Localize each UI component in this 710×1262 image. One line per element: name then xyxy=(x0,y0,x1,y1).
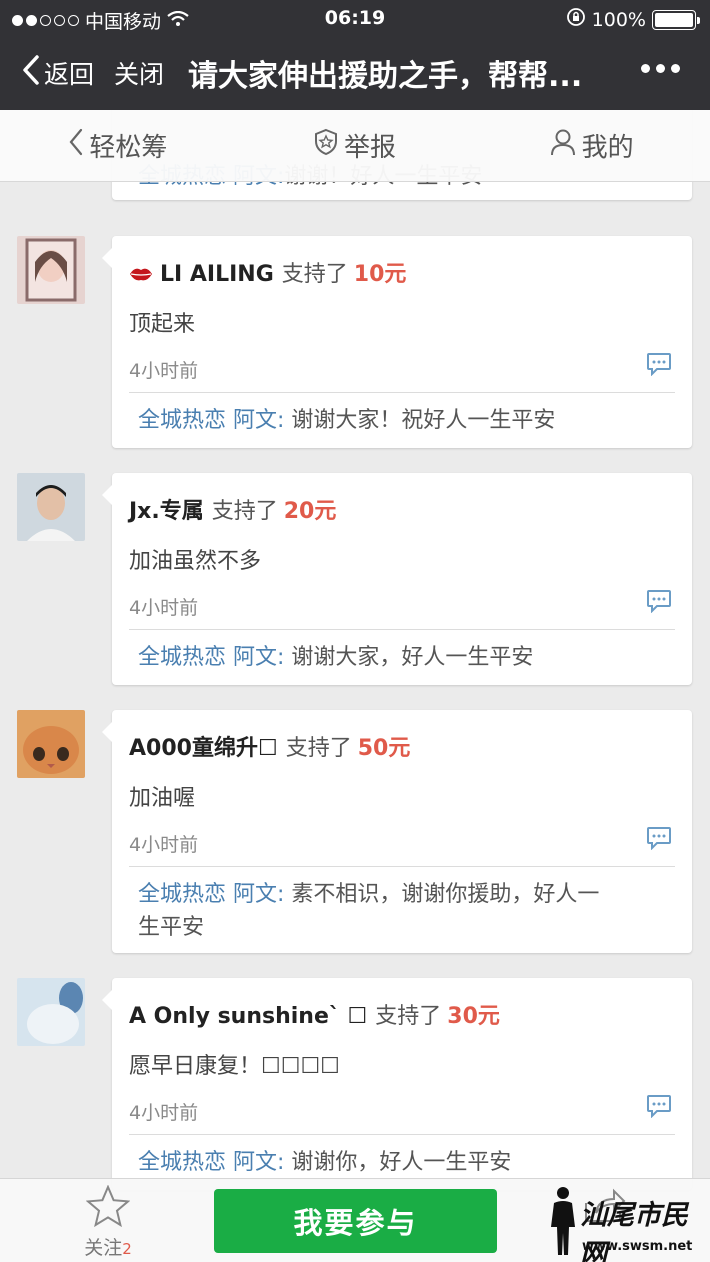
comment-icon[interactable] xyxy=(646,352,672,380)
nav-bar: 返回 关闭 请大家伸出援助之手，帮帮... xyxy=(0,40,710,106)
support-message: 愿早日康复！☐☐☐☐ xyxy=(129,1054,340,1079)
supporter-name[interactable]: A Only sunshine` ☐ xyxy=(129,1004,367,1029)
support-message: 加油虽然不多 xyxy=(129,549,262,574)
page-title: 请大家伸出援助之手，帮帮... xyxy=(188,59,583,94)
chevron-left-icon xyxy=(22,54,44,92)
post-header: Jx.专属 支持了 20元 xyxy=(129,493,336,525)
tab-label: 举报 xyxy=(344,133,397,163)
star-icon xyxy=(85,1184,131,1231)
reply: 全城热恋 阿文: 谢谢大家，好人一生平安 xyxy=(138,641,618,674)
reply-text: 谢谢大家，好人一生平安 xyxy=(291,645,534,670)
post-header: A000童绵升☐ 支持了 50元 xyxy=(129,730,410,762)
post-time: 4小时前 xyxy=(129,360,199,382)
follow-count: 2 xyxy=(122,1240,132,1258)
divider xyxy=(129,629,675,630)
support-amount: 20元 xyxy=(283,499,337,524)
support-verb: 支持了 xyxy=(211,499,278,524)
support-message: 加油喔 xyxy=(129,786,196,811)
tab-qingsongchou[interactable]: 轻松筹 xyxy=(0,110,237,181)
support-amount: 30元 xyxy=(447,1004,500,1029)
user-icon xyxy=(550,128,576,163)
post-card: A Only sunshine` ☐ 支持了 30元 愿早日康复！☐☐☐☐ 4小时前… xyxy=(102,978,692,1190)
post-header: LI AILING 支持了 10元 xyxy=(129,256,406,288)
reply: 全城热恋 阿文: 谢谢大家！祝好人一生平安 xyxy=(138,404,618,437)
avatar[interactable] xyxy=(17,710,85,778)
back-button[interactable]: 返回 xyxy=(22,54,94,92)
tab-label: 轻松筹 xyxy=(89,133,168,163)
silhouette-icon xyxy=(548,1185,578,1261)
join-button[interactable]: 我要参与 xyxy=(214,1189,497,1253)
divider xyxy=(129,392,675,393)
close-button[interactable]: 关闭 xyxy=(114,55,164,91)
comment-icon[interactable] xyxy=(646,589,672,617)
post-time: 4小时前 xyxy=(129,834,199,856)
watermark-url: www.swsm.net xyxy=(582,1239,693,1254)
supporter-name[interactable]: A000童绵升☐ xyxy=(129,736,278,761)
tab-report[interactable]: 举报 xyxy=(237,110,474,181)
watermark: 汕尾市民网 www.swsm.net xyxy=(548,1183,708,1262)
reply-author[interactable]: 全城热恋 阿文: xyxy=(138,645,284,670)
post-time: 4小时前 xyxy=(129,1102,199,1124)
support-verb: 支持了 xyxy=(375,1004,442,1029)
reply: 全城热恋 阿文: 谢谢你，好人一生平安 xyxy=(138,1146,618,1179)
reply-text: 谢谢大家！祝好人一生平安 xyxy=(291,408,556,433)
reply-author[interactable]: 全城热恋 阿文: xyxy=(138,882,284,907)
shield-star-icon xyxy=(314,128,338,163)
more-button[interactable] xyxy=(641,64,680,73)
post-card: Jx.专属 支持了 20元 加油虽然不多 4小时前 全城热恋 阿文: 谢谢大家，好人… xyxy=(102,473,692,685)
more-dots-icon xyxy=(641,64,650,73)
tab-label: 我的 xyxy=(581,133,634,163)
lips-icon xyxy=(129,262,160,287)
support-verb: 支持了 xyxy=(285,736,352,761)
supporter-name[interactable]: LI AILING xyxy=(160,262,274,287)
orientation-lock-icon xyxy=(566,7,586,32)
supporter-name[interactable]: Jx.专属 xyxy=(129,499,204,524)
divider xyxy=(129,1134,675,1135)
divider xyxy=(129,866,675,867)
post-card: LI AILING 支持了 10元 顶起来 4小时前 全城热恋 阿文: 谢谢大家！祝… xyxy=(102,236,692,448)
reply-author[interactable]: 全城热恋 阿文: xyxy=(138,1150,284,1175)
support-verb: 支持了 xyxy=(281,262,348,287)
post-header: A Only sunshine` ☐ 支持了 30元 xyxy=(129,998,500,1030)
comment-icon[interactable] xyxy=(646,826,672,854)
support-message: 顶起来 xyxy=(129,312,196,337)
back-label: 返回 xyxy=(44,60,95,89)
reply: 全城热恋 阿文: 素不相识，谢谢你援助，好人一生平安 xyxy=(138,878,618,944)
comment-icon[interactable] xyxy=(646,1094,672,1122)
support-amount: 50元 xyxy=(357,736,411,761)
top-bar: 中国移动 06:19 100% 返回 关闭 请大家伸出援助之手，帮帮... xyxy=(0,0,710,110)
battery-icon xyxy=(652,9,700,30)
status-bar: 中国移动 06:19 100% xyxy=(0,0,710,36)
follow-button[interactable]: 关注2 xyxy=(80,1184,136,1260)
avatar[interactable] xyxy=(17,473,85,541)
post-time: 4小时前 xyxy=(129,597,199,619)
battery-percent: 100% xyxy=(591,8,646,31)
post-card: A000童绵升☐ 支持了 50元 加油喔 4小时前 全城热恋 阿文: 素不相识，谢谢… xyxy=(102,710,692,953)
reply-text: 谢谢你，好人一生平安 xyxy=(291,1150,512,1175)
follow-label: 关注 xyxy=(84,1237,123,1259)
avatar[interactable] xyxy=(17,236,85,304)
support-amount: 10元 xyxy=(353,262,407,287)
bottom-bar: 关注2 我要参与 汕尾市民网 www.swsm.net xyxy=(0,1178,710,1262)
tab-mine[interactable]: 我的 xyxy=(473,110,710,181)
reply-author[interactable]: 全城热恋 阿文: xyxy=(138,408,284,433)
tab-bar: 轻松筹 举报 我的 xyxy=(0,110,710,182)
avatar[interactable] xyxy=(17,978,85,1046)
chevron-left-icon xyxy=(69,128,83,163)
